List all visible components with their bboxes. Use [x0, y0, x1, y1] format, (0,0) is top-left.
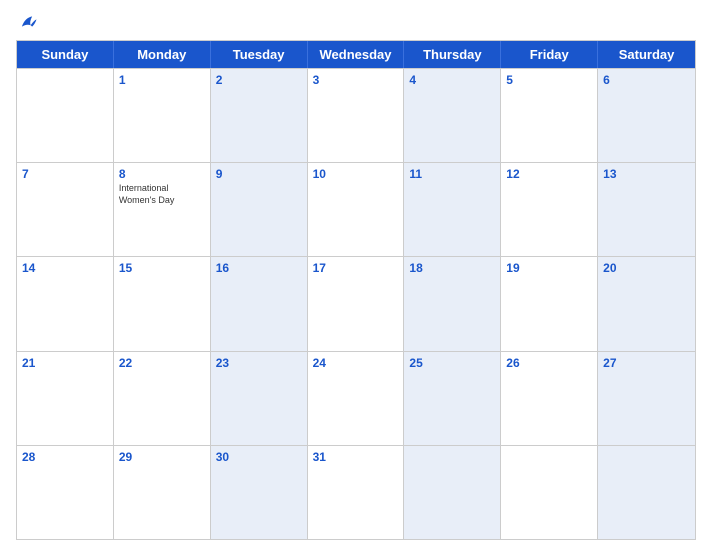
cal-cell: 28 [17, 446, 114, 539]
day-number: 15 [119, 261, 205, 275]
cal-cell: 4 [404, 69, 501, 162]
day-number: 6 [603, 73, 690, 87]
day-number: 26 [506, 356, 592, 370]
cal-cell: 5 [501, 69, 598, 162]
day-number: 2 [216, 73, 302, 87]
week-row-1: 123456 [17, 68, 695, 162]
cal-cell: 25 [404, 352, 501, 445]
calendar-body: 12345678International Women's Day9101112… [17, 68, 695, 539]
cal-cell: 19 [501, 257, 598, 350]
day-number: 5 [506, 73, 592, 87]
day-number: 13 [603, 167, 690, 181]
cal-cell: 7 [17, 163, 114, 256]
cal-cell: 27 [598, 352, 695, 445]
day-number: 30 [216, 450, 302, 464]
cal-cell: 8 International Women's Day [114, 163, 211, 256]
cal-cell [404, 446, 501, 539]
logo-icon [16, 12, 38, 34]
header-day-monday: Monday [114, 41, 211, 68]
cal-cell: 13 [598, 163, 695, 256]
header-day-sunday: Sunday [17, 41, 114, 68]
cal-cell: 12 [501, 163, 598, 256]
week-row-3: 14 15 16 17 18 19 20 [17, 256, 695, 350]
cal-cell: 26 [501, 352, 598, 445]
day-number: 17 [313, 261, 399, 275]
cal-cell: 21 [17, 352, 114, 445]
day-number: 29 [119, 450, 205, 464]
days-header: SundayMondayTuesdayWednesdayThursdayFrid… [17, 41, 695, 68]
event-label: International Women's Day [119, 183, 205, 206]
day-number: 21 [22, 356, 108, 370]
cal-cell: 3 [308, 69, 405, 162]
day-number: 19 [506, 261, 592, 275]
header-day-saturday: Saturday [598, 41, 695, 68]
week-row-2: 78 International Women's Day 9 10 11 12 13 [17, 162, 695, 256]
cal-cell: 20 [598, 257, 695, 350]
cal-cell: 29 [114, 446, 211, 539]
cal-cell: 17 [308, 257, 405, 350]
day-number: 24 [313, 356, 399, 370]
cal-cell: 11 [404, 163, 501, 256]
day-number: 20 [603, 261, 690, 275]
cal-cell: 23 [211, 352, 308, 445]
calendar-page: SundayMondayTuesdayWednesdayThursdayFrid… [0, 0, 712, 550]
cal-cell: 24 [308, 352, 405, 445]
logo [16, 12, 42, 34]
day-number: 16 [216, 261, 302, 275]
cal-cell: 16 [211, 257, 308, 350]
cal-cell: 2 [211, 69, 308, 162]
header-day-wednesday: Wednesday [308, 41, 405, 68]
page-header [16, 12, 696, 34]
day-number: 18 [409, 261, 495, 275]
day-number: 12 [506, 167, 592, 181]
cal-cell [598, 446, 695, 539]
cal-cell: 1 [114, 69, 211, 162]
cal-cell [17, 69, 114, 162]
calendar-grid: SundayMondayTuesdayWednesdayThursdayFrid… [16, 40, 696, 540]
header-day-thursday: Thursday [404, 41, 501, 68]
cal-cell: 18 [404, 257, 501, 350]
week-row-5: 28 29 30 31 [17, 445, 695, 539]
day-number: 31 [313, 450, 399, 464]
day-number: 27 [603, 356, 690, 370]
day-number: 22 [119, 356, 205, 370]
day-number: 28 [22, 450, 108, 464]
day-number: 23 [216, 356, 302, 370]
cal-cell: 31 [308, 446, 405, 539]
cal-cell: 9 [211, 163, 308, 256]
cal-cell: 6 [598, 69, 695, 162]
day-number: 7 [22, 167, 108, 181]
cal-cell: 22 [114, 352, 211, 445]
day-number: 11 [409, 167, 495, 181]
cal-cell: 14 [17, 257, 114, 350]
header-day-friday: Friday [501, 41, 598, 68]
day-number: 25 [409, 356, 495, 370]
cal-cell: 30 [211, 446, 308, 539]
day-number: 3 [313, 73, 399, 87]
day-number: 9 [216, 167, 302, 181]
cal-cell [501, 446, 598, 539]
day-number: 4 [409, 73, 495, 87]
day-number: 10 [313, 167, 399, 181]
cal-cell: 15 [114, 257, 211, 350]
header-day-tuesday: Tuesday [211, 41, 308, 68]
day-number: 1 [119, 73, 205, 87]
week-row-4: 21 22 23 24 25 26 27 [17, 351, 695, 445]
day-number: 8 [119, 167, 205, 181]
cal-cell: 10 [308, 163, 405, 256]
day-number: 14 [22, 261, 108, 275]
